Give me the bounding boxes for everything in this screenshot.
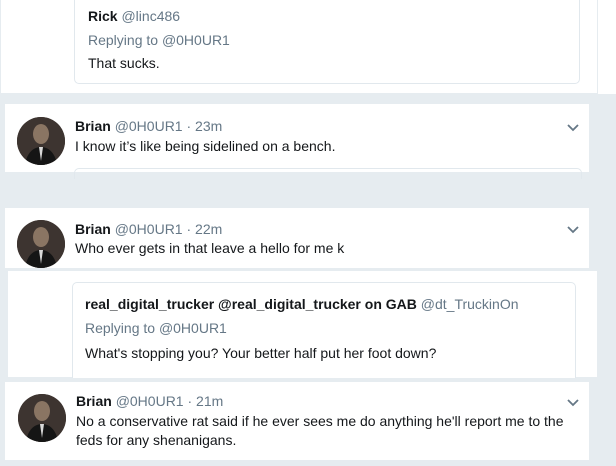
- quoted-tweet-handle[interactable]: @dt_TruckinOn: [421, 296, 519, 312]
- chevron-down-icon[interactable]: [565, 222, 581, 238]
- avatar[interactable]: [17, 220, 65, 268]
- avatar[interactable]: [17, 117, 65, 165]
- replying-to-label: Replying to: [88, 32, 159, 48]
- tweet-author-name[interactable]: Brian: [76, 393, 112, 409]
- tweet-author-handle[interactable]: @0H0UR1: [115, 221, 183, 237]
- quoted-tweet-trucker[interactable]: real_digital_trucker @real_digital_truck…: [72, 282, 576, 378]
- replying-to-mention[interactable]: @0H0UR1: [159, 320, 227, 336]
- tweet-card-1[interactable]: Brian @0H0UR1 · 23m I know it’s like bei…: [4, 103, 590, 179]
- avatar[interactable]: [18, 394, 66, 442]
- replying-to-mention[interactable]: @0H0UR1: [162, 32, 230, 48]
- profile-photo: [18, 394, 66, 442]
- replying-to: Replying to @0H0UR1: [85, 320, 227, 336]
- tweet-author-name[interactable]: Brian: [75, 221, 111, 237]
- chevron-down-icon[interactable]: [565, 395, 581, 411]
- tweet-card-2[interactable]: Brian @0H0UR1 · 22m Who ever gets in tha…: [4, 207, 590, 269]
- tweet-text: No a conservative rat said if he ever se…: [76, 413, 564, 448]
- profile-photo: [17, 117, 65, 165]
- quoted-tweet-text: That sucks.: [88, 55, 160, 71]
- quoted-tweet-text: What's stopping you? Your better half pu…: [85, 345, 437, 361]
- right-edge-strip: [598, 0, 616, 94]
- replying-to-label: Replying to: [85, 320, 156, 336]
- left-edge-strip: [0, 270, 8, 378]
- quoted-tweet-name[interactable]: real_digital_trucker @real_digital_truck…: [85, 296, 417, 312]
- quoted-tweet-preview[interactable]: [74, 168, 582, 179]
- tweet-author-handle[interactable]: @0H0UR1: [116, 393, 184, 409]
- tweet-author-name[interactable]: Brian: [75, 118, 111, 134]
- replying-to: Replying to @0H0UR1: [88, 32, 230, 48]
- quoted-tweet-rick[interactable]: Rick @linc486 Replying to @0H0UR1 That s…: [74, 0, 580, 84]
- quoted-tweet-handle[interactable]: @linc486: [121, 8, 180, 24]
- tweet-timestamp[interactable]: · 23m: [186, 118, 222, 134]
- tweet-author-handle[interactable]: @0H0UR1: [115, 118, 183, 134]
- tweet-timestamp[interactable]: · 21m: [187, 393, 223, 409]
- tweet-card-3[interactable]: Brian @0H0UR1 · 21m No a conservative ra…: [4, 381, 590, 461]
- tweet-text: I know it’s like being sidelined on a be…: [75, 138, 336, 154]
- quoted-tweet-name[interactable]: Rick: [88, 8, 118, 24]
- profile-photo: [17, 220, 65, 268]
- chevron-down-icon[interactable]: [565, 120, 581, 136]
- tweet-timestamp[interactable]: · 22m: [186, 221, 222, 237]
- tweet-text: Who ever gets in that leave a hello for …: [75, 240, 345, 256]
